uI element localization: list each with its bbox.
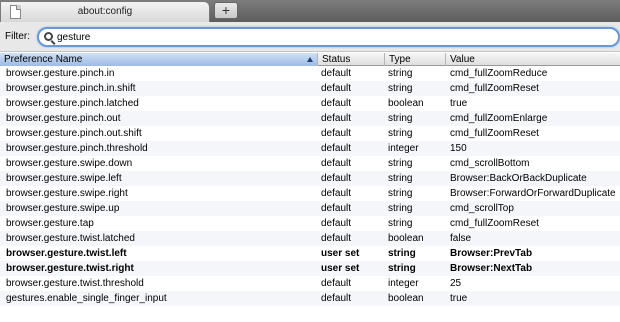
status-cell: default xyxy=(321,98,352,109)
preferences-table: Preference Name Status Type Value browse… xyxy=(0,53,620,306)
search-icon xyxy=(44,32,53,41)
filter-bar: Filter: xyxy=(0,22,620,52)
sort-ascending-icon xyxy=(307,57,313,62)
table-row[interactable]: browser.gesture.twist.latched default bool… xyxy=(0,231,620,246)
table-row[interactable]: browser.gesture.pinch.out.shift default st… xyxy=(0,126,620,141)
preference-name-cell: browser.gesture.twist.threshold xyxy=(6,278,144,289)
value-cell: cmd_fullZoomReset xyxy=(450,218,539,229)
type-cell: string xyxy=(388,113,413,124)
table-row[interactable]: browser.gesture.tap default string cmd_full… xyxy=(0,216,620,231)
table-row[interactable]: browser.gesture.pinch.threshold default in… xyxy=(0,141,620,156)
value-cell: cmd_scrollBottom xyxy=(450,158,530,169)
type-cell: string xyxy=(388,218,413,229)
status-cell: default xyxy=(321,188,352,199)
preference-name-cell: browser.gesture.pinch.out xyxy=(6,113,121,124)
preference-name-cell: browser.gesture.pinch.in xyxy=(6,68,115,79)
table-row[interactable]: browser.gesture.swipe.left default string B… xyxy=(0,171,620,186)
filter-input[interactable] xyxy=(57,30,597,45)
table-row[interactable]: gestures.enable_single_finger_input defau… xyxy=(0,291,620,306)
value-cell: 25 xyxy=(450,278,462,289)
value-cell: Browser:PrevTab xyxy=(450,248,533,259)
preference-name-cell: browser.gesture.twist.latched xyxy=(6,233,135,244)
column-header-type[interactable]: Type xyxy=(385,53,446,66)
type-cell: boolean xyxy=(388,233,424,244)
filter-field[interactable] xyxy=(37,27,620,47)
status-cell: default xyxy=(321,113,352,124)
value-cell: false xyxy=(450,233,472,244)
status-cell: default xyxy=(321,203,352,214)
preference-name-cell: browser.gesture.tap xyxy=(6,218,94,229)
status-cell: default xyxy=(321,158,352,169)
type-cell: boolean xyxy=(388,293,424,304)
type-cell: boolean xyxy=(388,98,424,109)
table-body: browser.gesture.pinch.in default string cmd… xyxy=(0,66,620,306)
value-cell: cmd_fullZoomReset xyxy=(450,83,539,94)
type-cell: string xyxy=(388,128,413,139)
preference-name-cell: browser.gesture.swipe.up xyxy=(6,203,120,214)
value-cell: cmd_fullZoomEnlarge xyxy=(450,113,548,124)
type-cell: string xyxy=(388,173,413,184)
filter-label: Filter: xyxy=(5,31,30,42)
value-cell: cmd_fullZoomReduce xyxy=(450,68,548,79)
value-cell: Browser:BackOrBackDuplicate xyxy=(450,173,587,184)
value-cell: true xyxy=(450,98,468,109)
value-cell: cmd_fullZoomReset xyxy=(450,128,539,139)
column-header-label: Preference Name xyxy=(4,54,83,65)
table-row[interactable]: browser.gesture.twist.left user set string… xyxy=(0,246,620,261)
status-cell: default xyxy=(321,173,352,184)
type-cell: string xyxy=(388,158,413,169)
tab-bar: about:config + xyxy=(0,0,620,22)
status-cell: user set xyxy=(321,248,360,259)
table-row[interactable]: browser.gesture.swipe.up default string cmd… xyxy=(0,201,620,216)
type-cell: string xyxy=(388,263,416,274)
value-cell: 150 xyxy=(450,143,467,154)
column-header-preference-name[interactable]: Preference Name xyxy=(0,53,318,66)
value-cell: Browser:ForwardOrForwardDuplicate xyxy=(450,188,616,199)
column-header-status[interactable]: Status xyxy=(318,53,385,66)
table-row[interactable]: browser.gesture.pinch.latched default bool… xyxy=(0,96,620,111)
table-row[interactable]: browser.gesture.twist.threshold default in… xyxy=(0,276,620,291)
type-cell: integer xyxy=(388,278,419,289)
type-cell: integer xyxy=(388,143,419,154)
preference-name-cell: browser.gesture.swipe.right xyxy=(6,188,128,199)
status-cell: user set xyxy=(321,263,360,274)
type-cell: string xyxy=(388,248,416,259)
status-cell: default xyxy=(321,278,352,289)
type-cell: string xyxy=(388,203,413,214)
status-cell: default xyxy=(321,68,352,79)
type-cell: string xyxy=(388,83,413,94)
preference-name-cell: gestures.enable_single_finger_input xyxy=(6,293,167,304)
table-row[interactable]: browser.gesture.twist.right user set strin… xyxy=(0,261,620,276)
status-cell: default xyxy=(321,293,352,304)
tab-title: about:config xyxy=(77,6,133,17)
status-cell: default xyxy=(321,128,352,139)
value-cell: cmd_scrollTop xyxy=(450,203,514,214)
status-cell: default xyxy=(321,218,352,229)
table-row[interactable]: browser.gesture.swipe.down default string c… xyxy=(0,156,620,171)
preference-name-cell: browser.gesture.pinch.out.shift xyxy=(6,128,142,139)
table-row[interactable]: browser.gesture.pinch.out default string cm… xyxy=(0,111,620,126)
preference-name-cell: browser.gesture.pinch.in.shift xyxy=(6,83,136,94)
value-cell: Browser:NextTab xyxy=(450,263,533,274)
new-tab-button[interactable]: + xyxy=(214,2,238,19)
table-row[interactable]: browser.gesture.pinch.in.shift default str… xyxy=(0,81,620,96)
table-row[interactable]: browser.gesture.swipe.right default string… xyxy=(0,186,620,201)
value-cell: true xyxy=(450,293,468,304)
preference-name-cell: browser.gesture.pinch.threshold xyxy=(6,143,148,154)
status-cell: default xyxy=(321,143,352,154)
preference-name-cell: browser.gesture.swipe.down xyxy=(6,158,133,169)
table-header: Preference Name Status Type Value xyxy=(0,53,620,66)
column-header-value[interactable]: Value xyxy=(446,53,620,66)
preference-name-cell: browser.gesture.twist.right xyxy=(6,263,134,274)
table-row[interactable]: browser.gesture.pinch.in default string cmd… xyxy=(0,66,620,81)
type-cell: string xyxy=(388,188,413,199)
tab-about-config[interactable]: about:config xyxy=(0,1,210,22)
preference-name-cell: browser.gesture.swipe.left xyxy=(6,173,122,184)
type-cell: string xyxy=(388,68,413,79)
preference-name-cell: browser.gesture.pinch.latched xyxy=(6,98,139,109)
status-cell: default xyxy=(321,83,352,94)
status-cell: default xyxy=(321,233,352,244)
preference-name-cell: browser.gesture.twist.left xyxy=(6,248,127,259)
